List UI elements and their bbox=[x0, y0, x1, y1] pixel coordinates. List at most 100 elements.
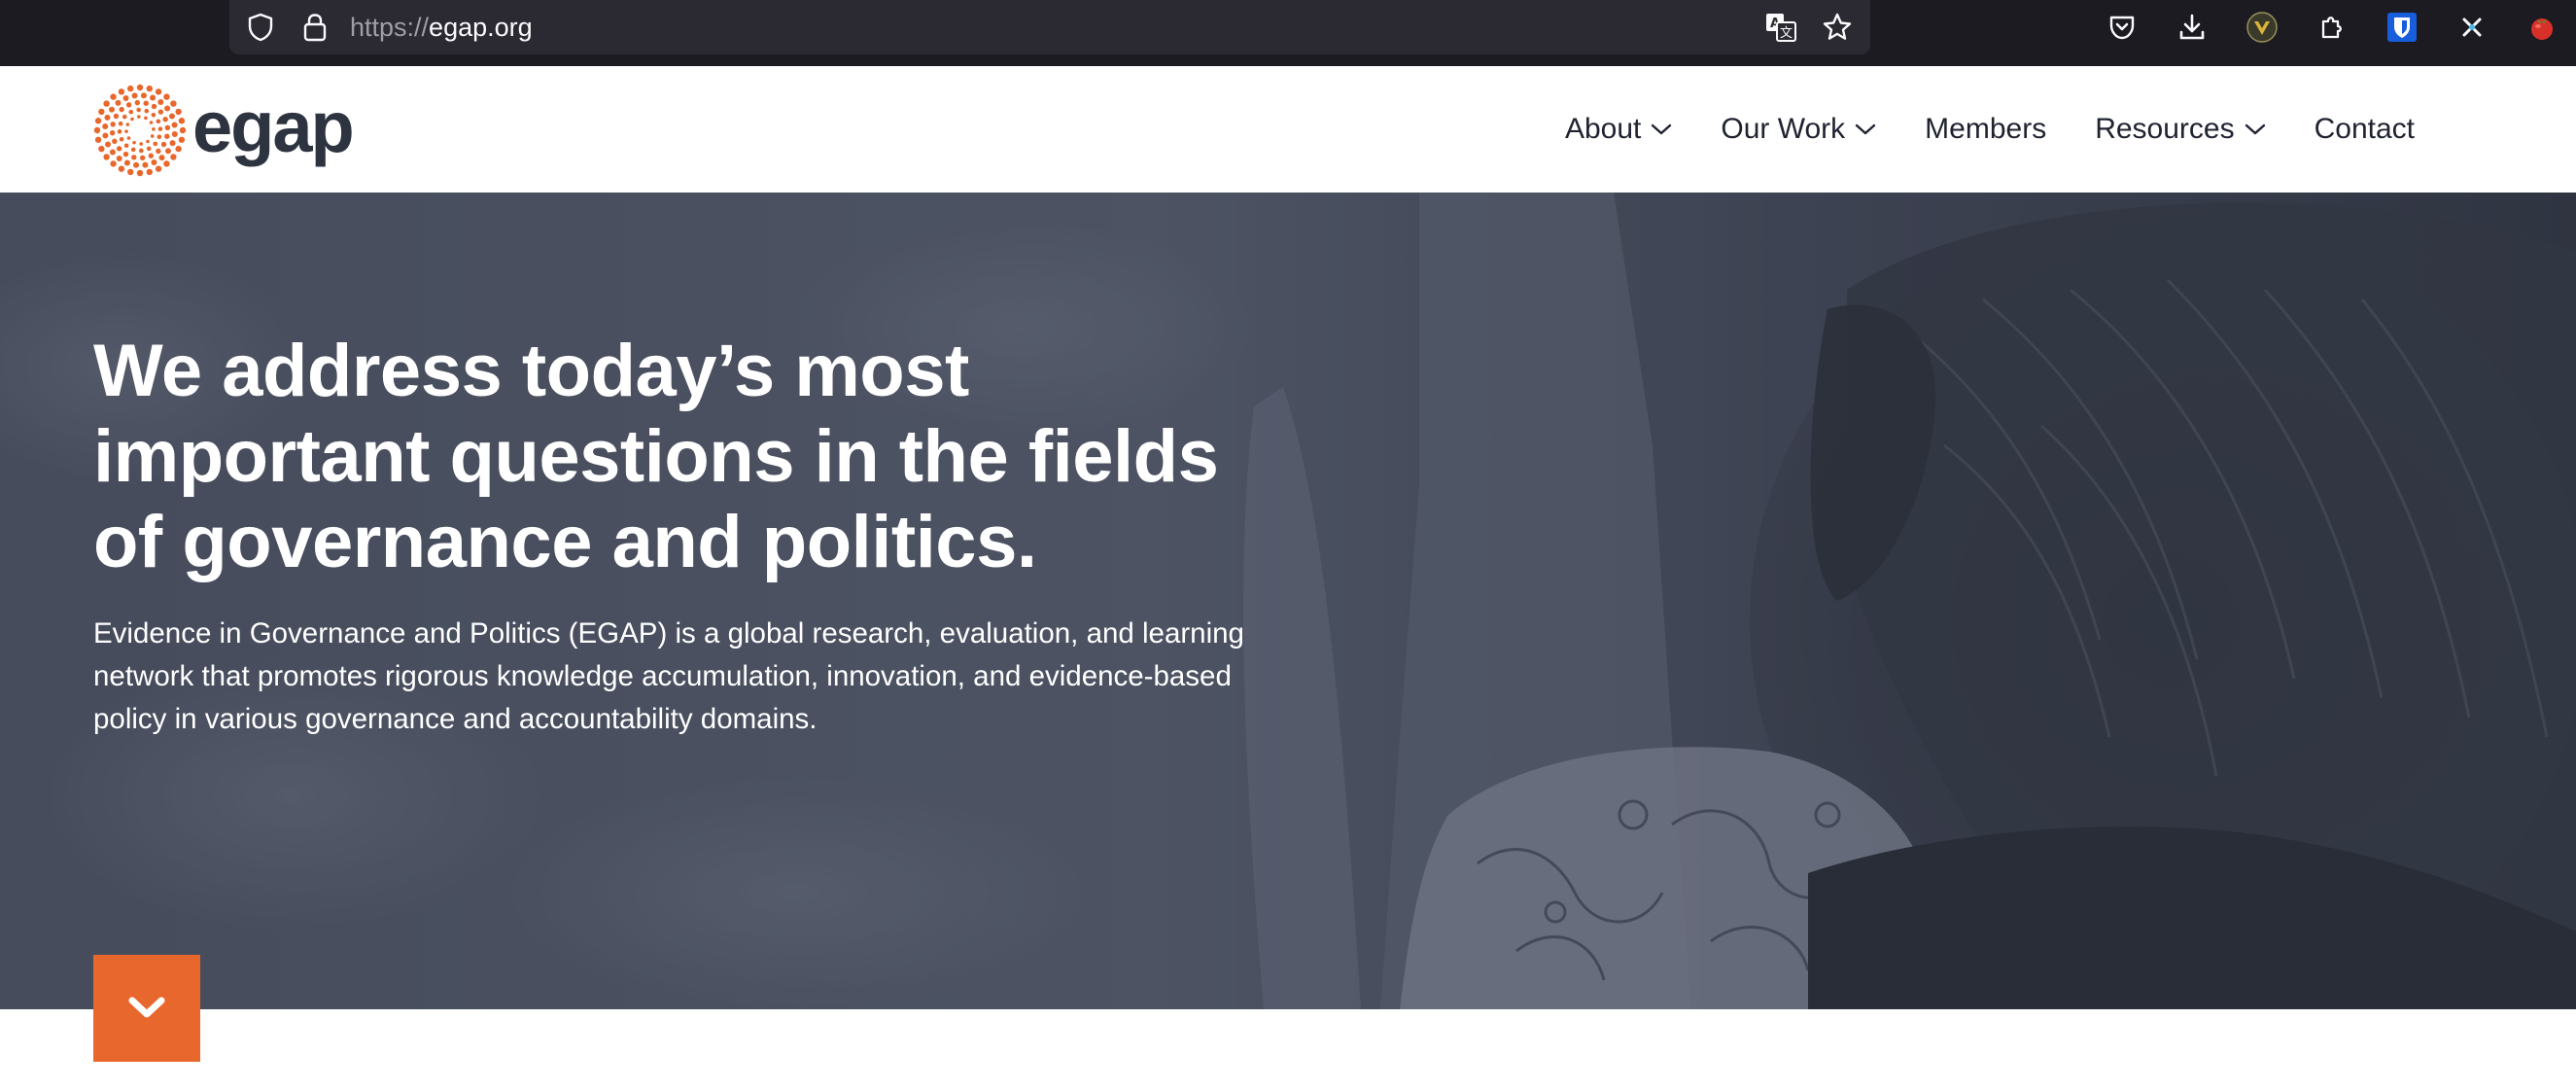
extension-avatar-icon[interactable] bbox=[2244, 9, 2280, 46]
logo-dot bbox=[152, 127, 156, 131]
logo-dot bbox=[148, 153, 155, 158]
logo-dot bbox=[115, 99, 122, 106]
logo-dot bbox=[127, 168, 134, 176]
bitwarden-icon[interactable] bbox=[2384, 9, 2420, 46]
main-nav: About Our Work Members Resources Contact bbox=[1516, 66, 2415, 193]
logo-dot bbox=[126, 136, 131, 140]
nav-about[interactable]: About bbox=[1565, 113, 1672, 146]
nav-label: Contact bbox=[2314, 113, 2415, 145]
logo-dot bbox=[139, 142, 143, 146]
lock-icon[interactable] bbox=[297, 10, 332, 45]
logo-dot bbox=[162, 116, 168, 123]
logo-dot bbox=[116, 156, 122, 162]
logo-dot bbox=[151, 112, 157, 118]
logo-dot bbox=[93, 126, 101, 134]
logo-dot bbox=[163, 93, 170, 100]
logo-dot bbox=[105, 141, 112, 148]
logo-dot bbox=[133, 161, 140, 168]
logo-dot bbox=[102, 132, 109, 139]
extensions-puzzle-icon[interactable] bbox=[2314, 9, 2350, 46]
nav-our-work[interactable]: Our Work bbox=[1721, 113, 1876, 146]
logo-dot bbox=[131, 155, 137, 160]
logo-dot bbox=[149, 121, 154, 124]
url-text[interactable]: https://egap.org bbox=[350, 10, 533, 45]
logo-dot bbox=[108, 106, 115, 113]
logo-dot bbox=[146, 139, 150, 144]
logo-dot bbox=[153, 141, 158, 147]
translate-icon[interactable]: A 文 bbox=[1763, 10, 1798, 45]
logo-dot bbox=[146, 85, 153, 92]
logo-dot bbox=[127, 85, 134, 92]
logo-dot bbox=[140, 92, 147, 99]
download-icon[interactable] bbox=[2174, 9, 2210, 46]
logo-dot bbox=[170, 100, 177, 107]
logo-dot bbox=[130, 147, 136, 153]
logo-dot bbox=[94, 136, 102, 143]
logo-dot bbox=[156, 119, 161, 124]
logo-dot bbox=[125, 123, 130, 126]
logo-dot bbox=[109, 129, 116, 136]
logo-dot bbox=[122, 95, 129, 102]
logo-dot bbox=[156, 148, 161, 155]
logo-dot bbox=[110, 122, 116, 127]
close-x-icon[interactable] bbox=[2454, 9, 2490, 46]
logo-dot bbox=[110, 93, 117, 100]
logo-dot bbox=[134, 99, 141, 106]
logo-text: egap bbox=[192, 86, 355, 167]
egap-logo[interactable]: egap bbox=[93, 82, 355, 179]
logo-dot bbox=[170, 154, 177, 160]
nav-label: Members bbox=[1925, 113, 2047, 145]
site-header: egap About Our Work Members Resources Co… bbox=[0, 66, 2576, 193]
logo-dot bbox=[151, 158, 157, 165]
logo-dot bbox=[175, 145, 182, 153]
logo-dot bbox=[144, 116, 148, 121]
logo-dot bbox=[178, 136, 186, 143]
logo-dot bbox=[164, 124, 171, 131]
pocket-icon[interactable] bbox=[2104, 9, 2141, 46]
logo-dot bbox=[165, 148, 172, 155]
logo-dot bbox=[171, 122, 178, 128]
logo-dot bbox=[94, 118, 102, 124]
logo-dot bbox=[98, 145, 105, 153]
logo-dot bbox=[132, 140, 136, 145]
logo-dot bbox=[117, 129, 122, 134]
logo-dot bbox=[163, 160, 170, 167]
logo-dot bbox=[128, 109, 134, 115]
logo-dot bbox=[118, 88, 125, 95]
chevron-down-icon bbox=[1651, 123, 1672, 136]
logo-dot bbox=[122, 151, 129, 158]
tomato-icon[interactable] bbox=[2524, 9, 2560, 46]
logo-dot bbox=[143, 100, 149, 106]
logo-dot bbox=[160, 141, 167, 148]
logo-dot bbox=[124, 129, 128, 133]
logo-dot bbox=[169, 140, 176, 147]
logo-dot bbox=[131, 92, 138, 99]
logo-dot bbox=[125, 102, 132, 108]
logo-dot bbox=[151, 103, 157, 110]
scroll-down-button[interactable] bbox=[93, 955, 200, 1062]
bookmark-star-icon[interactable] bbox=[1820, 10, 1855, 45]
svg-text:文: 文 bbox=[1780, 26, 1793, 41]
logo-dot bbox=[109, 149, 116, 156]
logo-dot bbox=[123, 143, 129, 149]
logo-dot bbox=[137, 115, 141, 119]
logo-dot bbox=[150, 94, 157, 101]
chevron-down-icon bbox=[127, 996, 166, 1021]
shield-icon[interactable] bbox=[243, 10, 278, 45]
nav-label: Resources bbox=[2095, 113, 2235, 145]
chevron-down-icon bbox=[1855, 123, 1876, 136]
logo-dot bbox=[155, 165, 162, 172]
nav-contact[interactable]: Contact bbox=[2315, 113, 2415, 146]
nav-resources[interactable]: Resources bbox=[2095, 113, 2265, 146]
url-bar[interactable]: https://egap.org A 文 bbox=[229, 0, 1870, 54]
logo-dot bbox=[164, 133, 170, 139]
nav-members[interactable]: Members bbox=[1925, 113, 2046, 146]
logo-dot bbox=[136, 169, 144, 177]
logo-dot bbox=[157, 134, 162, 140]
logo-dot bbox=[104, 114, 111, 121]
hero-title: We address today’s most important questi… bbox=[93, 330, 1219, 583]
nav-label: About bbox=[1564, 113, 1642, 145]
logo-dot bbox=[168, 113, 175, 120]
logo-dot bbox=[150, 134, 155, 138]
logo-dot bbox=[112, 138, 118, 145]
